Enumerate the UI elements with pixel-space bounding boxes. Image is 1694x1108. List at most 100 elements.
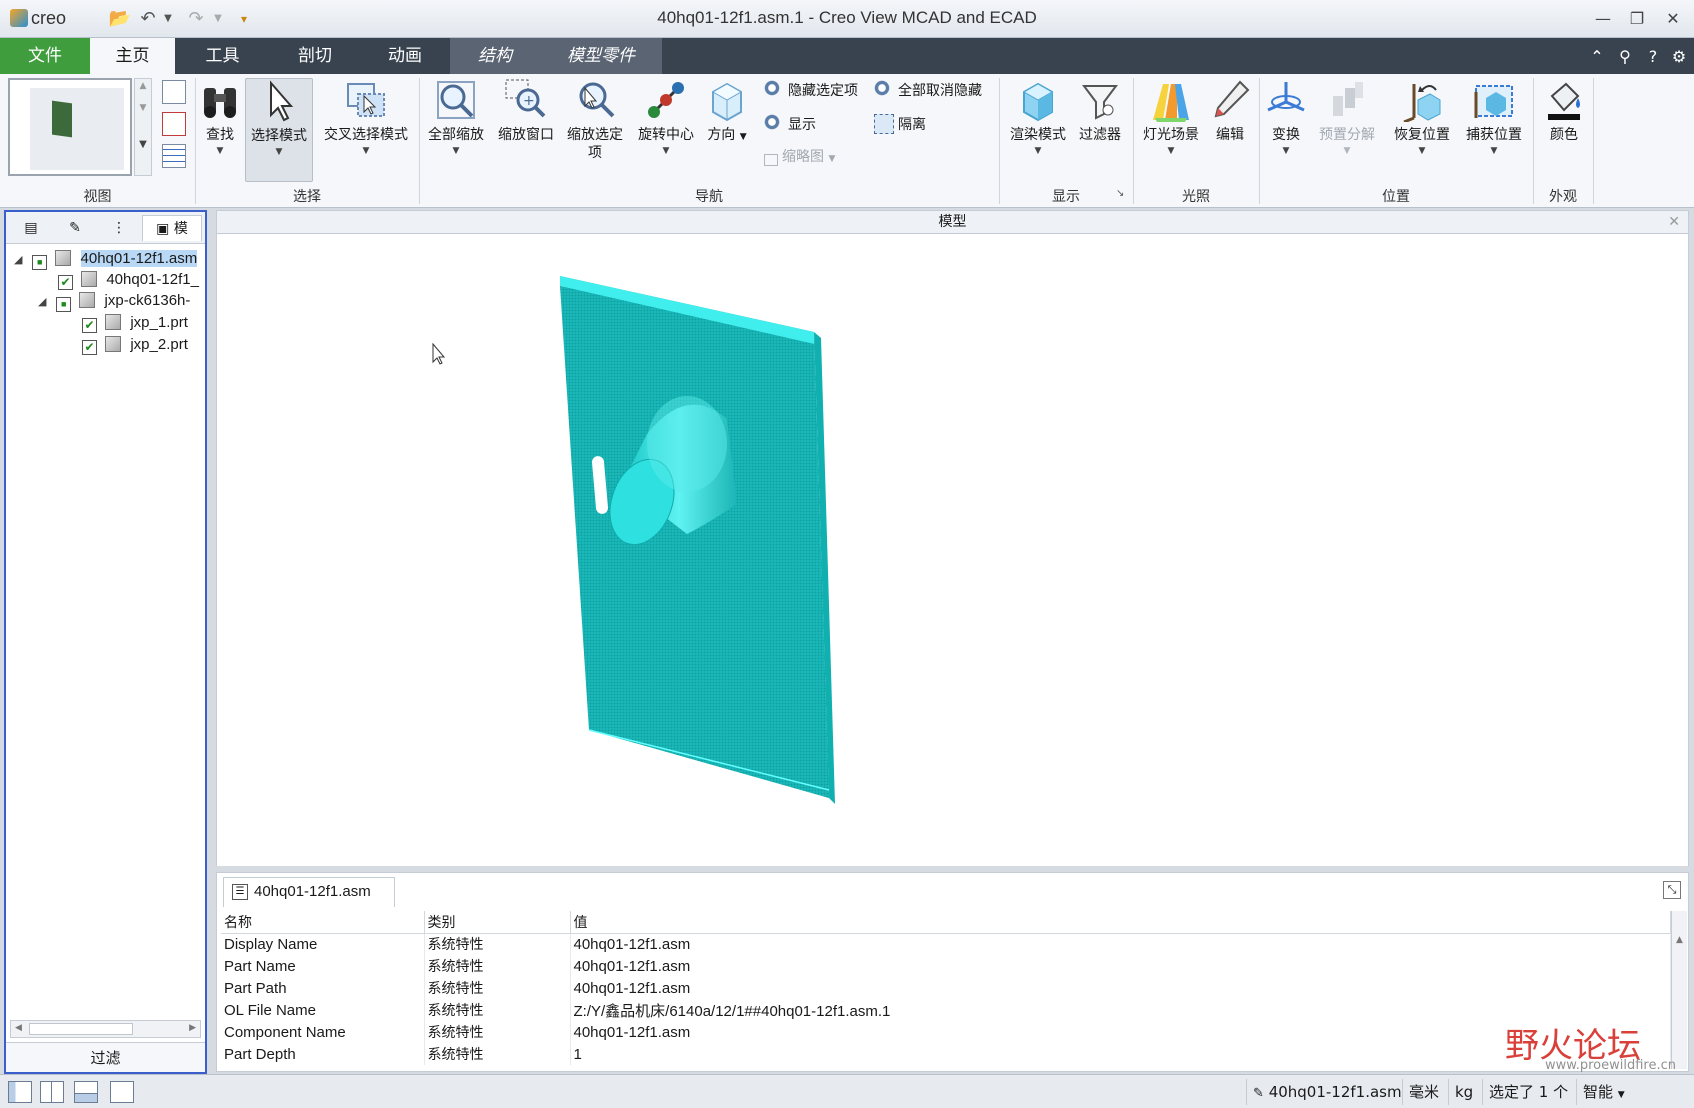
filter-button[interactable]: 过滤器 xyxy=(1075,78,1125,182)
layout-split-icon[interactable] xyxy=(40,1081,64,1103)
plate-part[interactable] xyxy=(560,276,835,804)
model-tree-panel: ▤ ✎ ⋮ ▣ 模 ◢ ■ 40hq01-12f1.asm ✔ 40hq01-1… xyxy=(4,210,207,1074)
tab-tools[interactable]: 工具 xyxy=(175,38,270,74)
minimize-button[interactable]: — xyxy=(1586,6,1620,32)
column-header-category[interactable]: 类别 xyxy=(424,911,571,934)
close-viewport-icon[interactable]: ✕ xyxy=(1668,211,1680,233)
hide-selected-button[interactable]: 隐藏选定项 xyxy=(764,78,858,104)
zoom-all-button[interactable]: 全部缩放 ▼ xyxy=(424,78,488,182)
display-dialog-launcher-icon[interactable]: ↘ xyxy=(1116,188,1124,199)
partial-visibility-checkbox[interactable]: ■ xyxy=(32,255,48,270)
tree-node[interactable]: ◢ ■ jxp-ck6136h- xyxy=(38,290,190,312)
view-layout-split-icon[interactable] xyxy=(162,112,186,136)
layout-bottom-panel-icon[interactable] xyxy=(74,1081,98,1103)
thumbnail-button[interactable]: 缩略图 ▼ xyxy=(764,144,835,170)
edit-lighting-button[interactable]: 编辑 xyxy=(1208,78,1252,182)
tab-model[interactable]: ▣ 模 xyxy=(142,215,202,241)
tab-animation[interactable]: 动画 xyxy=(360,38,450,74)
layout-left-panel-icon[interactable] xyxy=(8,1081,32,1103)
expand-panel-icon[interactable]: ⤡ xyxy=(1663,881,1681,899)
model-render[interactable] xyxy=(217,234,1688,866)
visibility-checkbox[interactable]: ✔ xyxy=(58,275,73,290)
table-row[interactable]: Display Name 系统特性 40hq01-12f1.asm xyxy=(221,933,1671,955)
table-row[interactable]: Part Name 系统特性 40hq01-12f1.asm xyxy=(221,955,1671,977)
scroll-up-icon[interactable]: ▲ xyxy=(135,81,151,91)
properties-vertical-scrollbar[interactable]: ▲ xyxy=(1671,911,1687,1069)
tab-section[interactable]: 剖切 xyxy=(270,38,360,74)
collapse-icon[interactable]: ◢ xyxy=(38,291,52,313)
transform-button[interactable]: 变换 ▼ xyxy=(1262,78,1310,182)
status-length-unit[interactable]: 毫米 xyxy=(1402,1079,1445,1105)
view-layout-single-icon[interactable] xyxy=(162,80,186,104)
visibility-checkbox[interactable]: ✔ xyxy=(82,318,97,333)
tree-node[interactable]: ✔ jxp_1.prt xyxy=(82,312,188,334)
maximize-button[interactable]: ❐ xyxy=(1620,6,1654,32)
tab-model-part[interactable]: 模型零件 xyxy=(540,38,662,74)
table-row[interactable]: Component Name 系统特性 40hq01-12f1.asm xyxy=(221,1021,1671,1043)
find-button[interactable]: 查找 ▼ xyxy=(198,78,242,182)
view-thumbnail[interactable] xyxy=(8,78,132,176)
tree-node[interactable]: ✔ 40hq01-12f1_ xyxy=(58,269,199,291)
status-selection-count: 选定了 1 个 xyxy=(1482,1079,1574,1105)
search-icon[interactable]: ⚲ xyxy=(1614,46,1636,68)
show-button[interactable]: 显示 xyxy=(764,112,816,138)
gallery-expand-icon[interactable]: ▼ xyxy=(135,139,151,150)
table-row[interactable]: OL File Name 系统特性 Z:/Y/鑫品机床/6140a/12/1##40… xyxy=(221,999,1671,1021)
layout-full-icon[interactable] xyxy=(110,1081,134,1103)
table-row[interactable]: Part Path 系统特性 40hq01-12f1.asm xyxy=(221,977,1671,999)
zoom-window-button[interactable]: + 缩放窗口 xyxy=(494,78,558,182)
customize-toolbar-icon[interactable]: ▾ xyxy=(232,8,256,30)
table-row[interactable]: Part Depth 系统特性 1 xyxy=(221,1043,1671,1065)
status-select-mode[interactable]: 智能 ▼ xyxy=(1576,1079,1631,1105)
collapse-ribbon-icon[interactable]: ⌃ xyxy=(1586,46,1608,68)
unhide-all-button[interactable]: 全部取消隐藏 xyxy=(874,78,982,104)
filter-button[interactable]: 过滤 xyxy=(6,1042,205,1072)
preset-explode-dropdown-icon: ▼ xyxy=(1343,146,1351,156)
scroll-down-icon[interactable]: ▼ xyxy=(135,103,151,113)
help-icon[interactable]: ? xyxy=(1642,46,1664,68)
cross-select-mode-button[interactable]: 交叉选择模式 ▼ xyxy=(318,78,414,182)
tree-node[interactable]: ✔ jxp_2.prt xyxy=(82,334,188,356)
open-folder-icon[interactable]: 📂 xyxy=(108,8,132,30)
light-scene-button[interactable]: 灯光场景 ▼ xyxy=(1138,78,1204,182)
capture-position-button[interactable]: 捕获位置 ▼ xyxy=(1460,78,1528,182)
scroll-left-icon[interactable]: ◀ xyxy=(15,1023,22,1033)
visibility-checkbox[interactable]: ✔ xyxy=(82,340,97,355)
status-mass-unit[interactable]: kg xyxy=(1448,1079,1479,1105)
redo-icon[interactable]: ↷ xyxy=(184,8,208,30)
column-header-name[interactable]: 名称 xyxy=(221,911,425,934)
tab-structure-tree-icon[interactable]: ▤ xyxy=(10,215,52,241)
render-cube-icon xyxy=(1022,82,1054,122)
settings-icon[interactable]: ⚙ xyxy=(1668,46,1690,68)
tab-hierarchy-icon[interactable]: ⋮ xyxy=(98,215,140,241)
tab-structure[interactable]: 结构 xyxy=(450,38,540,74)
tab-home[interactable]: 主页 xyxy=(90,38,175,74)
collapse-icon[interactable]: ◢ xyxy=(14,249,28,271)
render-mode-button[interactable]: 渲染模式 ▼ xyxy=(1004,78,1072,182)
redo-dropdown-icon[interactable]: ▼ xyxy=(206,8,230,30)
properties-tab[interactable]: ☰ 40hq01-12f1.asm xyxy=(223,877,395,907)
view-gallery-scroll[interactable]: ▲ ▼ ▼ xyxy=(134,78,152,176)
view-layout-grid-icon[interactable] xyxy=(162,144,186,168)
color-button[interactable]: 颜色 xyxy=(1540,78,1588,182)
tab-file[interactable]: 文件 xyxy=(0,38,90,74)
scroll-right-icon[interactable]: ▶ xyxy=(189,1023,196,1033)
3d-viewport[interactable] xyxy=(216,234,1689,866)
tree-node-root[interactable]: ◢ ■ 40hq01-12f1.asm xyxy=(14,248,198,271)
tab-annotations-icon[interactable]: ✎ xyxy=(54,215,96,241)
close-button[interactable]: ✕ xyxy=(1656,6,1690,32)
spin-center-button[interactable]: 旋转中心 ▼ xyxy=(632,78,700,182)
creo-logo[interactable]: creo xyxy=(10,8,90,32)
column-header-value[interactable]: 值 xyxy=(570,911,1671,934)
restore-position-button[interactable]: 恢复位置 ▼ xyxy=(1388,78,1456,182)
partial-visibility-checkbox[interactable]: ■ xyxy=(56,297,72,312)
undo-dropdown-icon[interactable]: ▼ xyxy=(156,8,180,30)
select-mode-button[interactable]: 选择模式 ▼ xyxy=(245,78,313,182)
tree-horizontal-scrollbar[interactable]: ◀ ▶ xyxy=(10,1020,201,1038)
scroll-up-icon[interactable]: ▲ xyxy=(1672,935,1687,945)
isolate-button[interactable]: 隔离 xyxy=(874,112,926,138)
orientation-button[interactable]: 方向 ▼ xyxy=(703,78,751,182)
scroll-thumb[interactable] xyxy=(29,1023,133,1035)
preset-explode-button[interactable]: 预置分解 ▼ xyxy=(1314,78,1380,182)
zoom-selected-button[interactable]: 缩放选定项 xyxy=(563,78,627,182)
